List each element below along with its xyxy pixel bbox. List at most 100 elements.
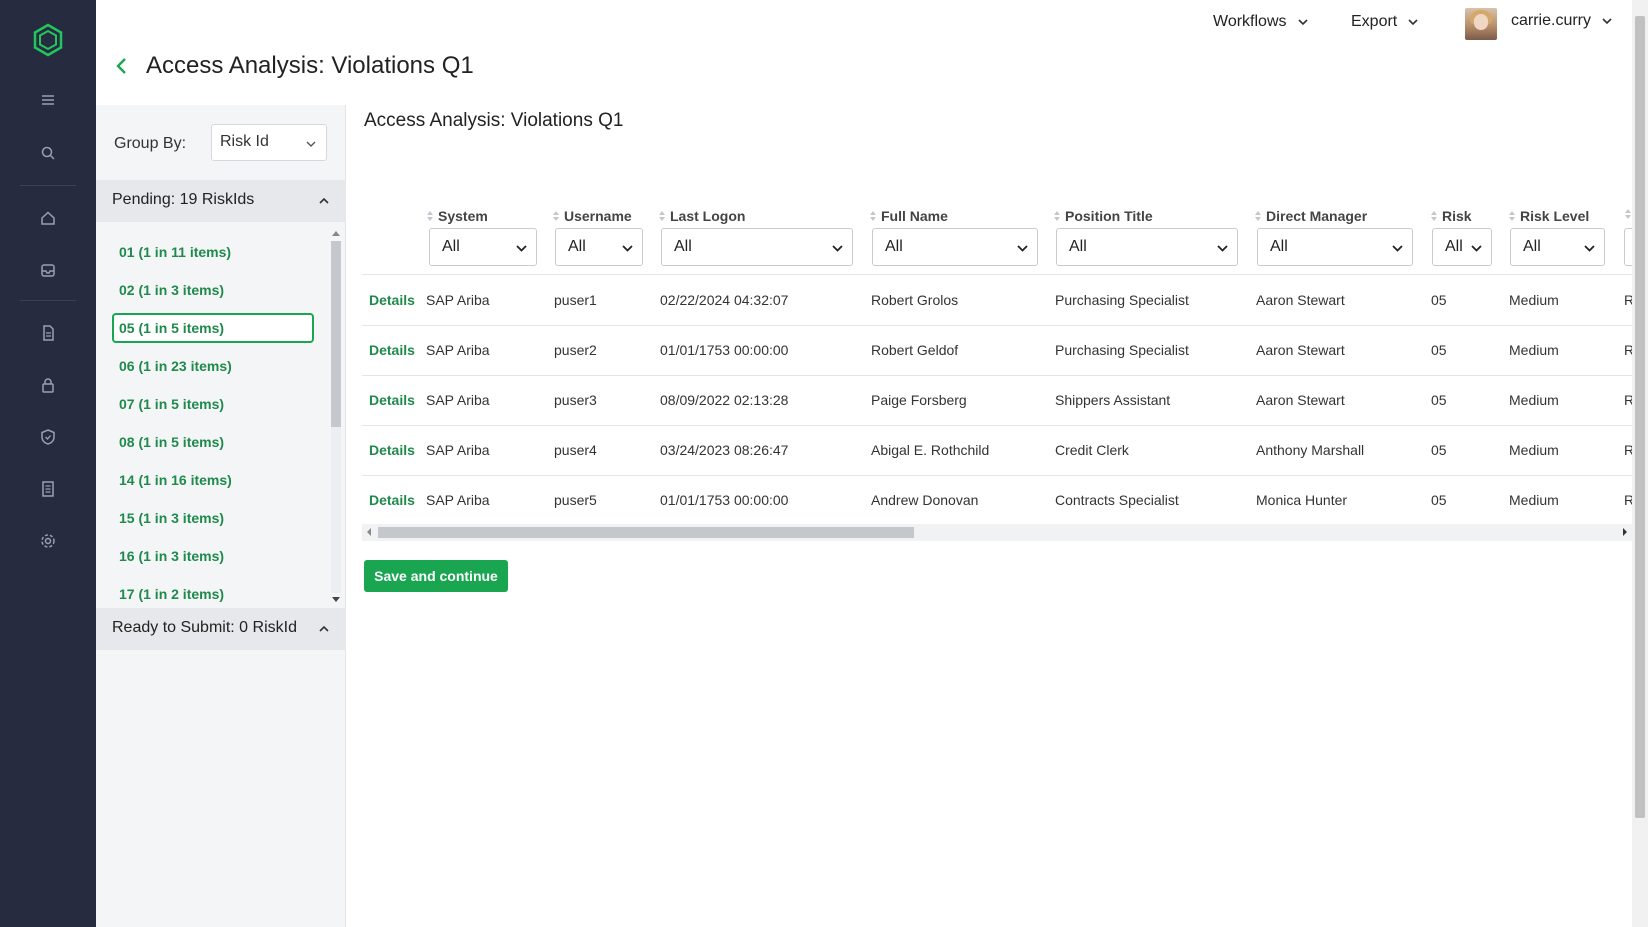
sort-icon [1431,211,1437,221]
sort-icon [1509,211,1515,221]
filter-system[interactable]: All [429,228,537,266]
cell-system: SAP Ariba [426,442,490,458]
back-arrow-icon[interactable] [112,56,132,76]
filter-full-name[interactable]: All [872,228,1038,266]
column-header-overflow[interactable] [1624,208,1632,220]
cell-full-name: Robert Grolos [871,292,959,308]
chevron-down-icon [622,245,633,252]
column-header-last-logon[interactable]: Last Logon [658,208,745,224]
pending-section-header[interactable]: Pending: 19 RiskIds [96,180,346,222]
scroll-right-arrow-icon[interactable] [1623,528,1627,536]
grid-horizontal-scrollbar[interactable] [362,524,1632,541]
ready-section-title: Ready to Submit: 0 RiskId [112,619,297,636]
inbox-icon[interactable] [38,260,58,280]
sort-icon [427,211,433,221]
page-scrollbar[interactable] [1632,0,1648,927]
cell-overflow: R [1624,342,1632,358]
cell-direct-manager: Monica Hunter [1256,492,1348,508]
shield-icon[interactable] [38,427,58,447]
filter-username[interactable]: All [555,228,643,266]
top-bar: Workflows Export carrie.curry [96,0,1632,48]
sort-icon [1625,209,1631,219]
risk-item-02[interactable]: 02 (1 in 3 items) [112,275,314,305]
filter-direct-manager[interactable]: All [1257,228,1413,266]
cell-full-name: Robert Geldof [871,342,959,358]
scrollbar-thumb[interactable] [331,241,341,427]
scrollbar-thumb[interactable] [1635,16,1645,818]
details-link[interactable]: Details [369,442,415,458]
column-header-risk-level[interactable]: Risk Level [1508,208,1589,224]
group-by-select[interactable]: Risk Id [211,124,327,161]
column-header-risk[interactable]: Risk [1430,208,1472,224]
save-and-continue-button[interactable]: Save and continue [364,560,508,592]
filter-risk-level[interactable]: All [1510,228,1605,266]
details-link[interactable]: Details [369,292,415,308]
chevron-down-icon [1217,245,1228,252]
chevron-down-icon [832,245,843,252]
chevron-down-icon [1297,19,1308,26]
menu-icon[interactable] [38,90,58,110]
export-menu[interactable]: Export [1351,13,1419,31]
column-header-direct-manager[interactable]: Direct Manager [1254,208,1367,224]
details-link[interactable]: Details [369,392,415,408]
chevron-down-icon [1602,18,1612,25]
ready-section-header[interactable]: Ready to Submit: 0 RiskId [96,608,346,650]
row-divider [362,425,1632,426]
pending-section-title: Pending: 19 RiskIds [112,191,255,208]
home-icon[interactable] [38,208,58,228]
rail-divider [20,185,76,186]
column-header-system[interactable]: System [426,208,488,224]
risk-item-05[interactable]: 05 (1 in 5 items) [112,313,314,343]
cell-system: SAP Ariba [426,492,490,508]
risk-list-scrollbar[interactable] [329,227,343,607]
filter-position-title[interactable]: All [1056,228,1238,266]
grouping-sidebar: Group By: Risk Id Pending: 19 RiskIds 01… [96,105,346,927]
report-icon[interactable] [38,479,58,499]
row-divider [362,325,1632,326]
group-by-value: Risk Id [220,133,269,150]
risk-item-14[interactable]: 14 (1 in 16 items) [112,465,314,495]
cell-overflow: R [1624,292,1632,308]
risk-item-06[interactable]: 06 (1 in 23 items) [112,351,314,381]
cell-position-title: Contracts Specialist [1055,492,1179,508]
page-heading: Access Analysis: Violations Q1 [112,52,474,80]
search-icon[interactable] [38,143,58,163]
scroll-up-arrow-icon[interactable] [332,231,340,236]
logo-icon[interactable] [30,22,66,58]
risk-item-16[interactable]: 16 (1 in 3 items) [112,541,314,571]
settings-icon[interactable] [38,531,58,551]
cell-overflow: R [1624,392,1632,408]
cell-direct-manager: Anthony Marshall [1256,442,1365,458]
filter-risk[interactable]: All [1432,228,1492,266]
user-name: carrie.curry [1511,12,1592,29]
lock-icon[interactable] [38,375,58,395]
scroll-down-arrow-icon[interactable] [332,597,340,602]
risk-item-17[interactable]: 17 (1 in 2 items) [112,579,314,609]
column-header-position-title[interactable]: Position Title [1053,208,1153,224]
column-header-username[interactable]: Username [552,208,632,224]
details-link[interactable]: Details [369,342,415,358]
filter-overflow[interactable] [1624,228,1632,266]
export-menu-label: Export [1351,13,1398,30]
cell-risk: 05 [1431,292,1447,308]
chevron-down-icon [1392,245,1403,252]
filter-last-logon[interactable]: All [661,228,853,266]
column-header-full-name[interactable]: Full Name [869,208,948,224]
scroll-left-arrow-icon[interactable] [367,528,371,536]
risk-item-07[interactable]: 07 (1 in 5 items) [112,389,314,419]
sort-icon [1255,211,1261,221]
details-link[interactable]: Details [369,492,415,508]
scrollbar-thumb[interactable] [378,527,914,538]
risk-item-08[interactable]: 08 (1 in 5 items) [112,427,314,457]
risk-item-01[interactable]: 01 (1 in 11 items) [112,237,314,267]
cell-system: SAP Ariba [426,392,490,408]
risk-item-15[interactable]: 15 (1 in 3 items) [112,503,314,533]
avatar[interactable] [1465,8,1497,40]
page-title: Access Analysis: Violations Q1 [146,52,474,79]
header-divider [362,274,1632,275]
workflows-menu[interactable]: Workflows [1213,13,1309,31]
document-icon[interactable] [38,323,58,343]
user-menu[interactable]: carrie.curry [1511,12,1613,30]
cell-risk-level: Medium [1509,342,1559,358]
chevron-down-icon [1408,19,1418,26]
